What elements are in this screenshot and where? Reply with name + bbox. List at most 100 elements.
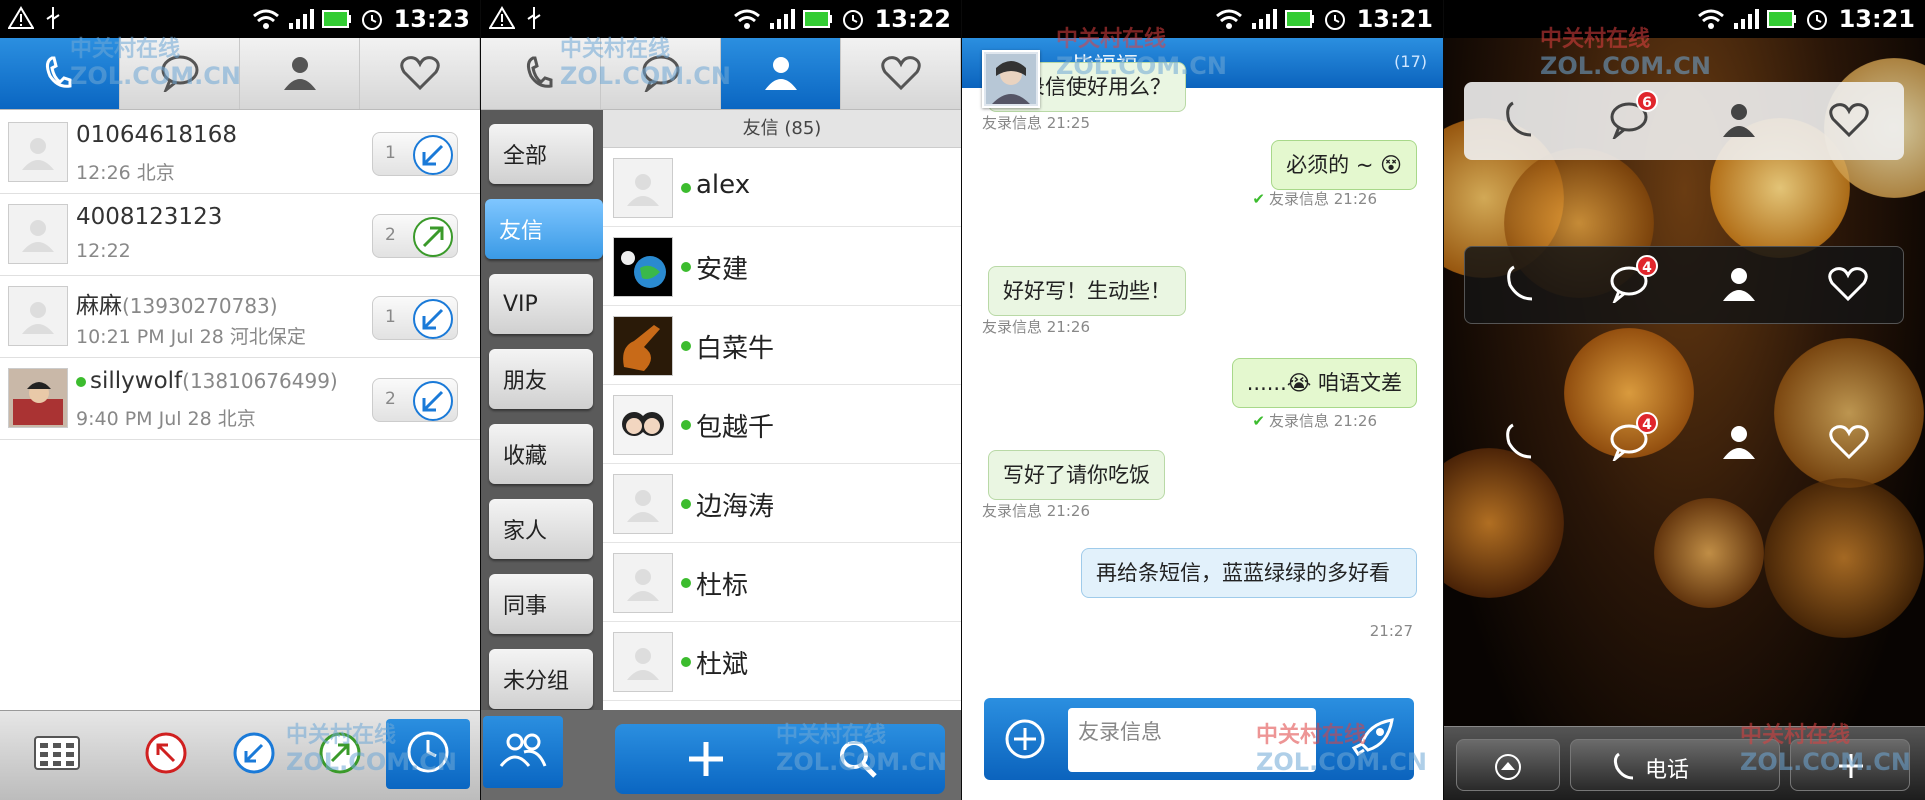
- contact-actions-bar: [615, 724, 945, 794]
- tab-messages[interactable]: [601, 38, 721, 109]
- shortcut-widget-light: 6: [1464, 82, 1904, 160]
- message-input[interactable]: 友录信息: [1068, 708, 1316, 772]
- group-item[interactable]: 同事: [489, 574, 593, 634]
- groups-button[interactable]: [483, 716, 563, 788]
- group-item[interactable]: 全部: [489, 124, 593, 184]
- widget-messages[interactable]: 6: [1574, 82, 1684, 160]
- contact-avatar[interactable]: [613, 237, 673, 297]
- widget-contacts[interactable]: [1684, 404, 1794, 482]
- contact-row[interactable]: 杜斌: [603, 622, 961, 701]
- phone-icon: [40, 52, 80, 96]
- person-icon: [1719, 421, 1759, 465]
- outgoing-message[interactable]: ......😭 咱语文差: [1231, 358, 1417, 408]
- contact-row[interactable]: 杜标: [603, 543, 961, 622]
- widget-favorites[interactable]: [1794, 82, 1904, 160]
- contact-avatar[interactable]: [613, 632, 673, 692]
- contact-avatar[interactable]: [613, 553, 673, 613]
- incoming-message[interactable]: 写好了请你吃饭: [988, 450, 1165, 500]
- clock-icon: [405, 729, 451, 779]
- call-count-button[interactable]: 2: [372, 214, 458, 258]
- online-dot: [681, 262, 691, 272]
- outgoing-message[interactable]: 必须的 ~ 😵: [1271, 140, 1417, 190]
- contact-avatar[interactable]: [613, 474, 673, 534]
- call-log-row[interactable]: 4008123123 12:22 2: [0, 194, 480, 276]
- missed-calls-filter-icon[interactable]: [144, 731, 188, 779]
- search-icon[interactable]: [837, 738, 879, 784]
- signal-icon: [288, 8, 314, 34]
- call-log-row[interactable]: 01064618168 12:26 北京 1: [0, 112, 480, 194]
- group-item[interactable]: 未分组: [489, 649, 593, 709]
- call-count-button[interactable]: 1: [372, 296, 458, 340]
- call-log-row[interactable]: 麻麻(13930270783) 10:21 PM Jul 28 河北保定 1: [0, 276, 480, 358]
- signal-icon: [1733, 8, 1759, 34]
- all-calls-filter-button[interactable]: [386, 719, 470, 789]
- caller-avatar[interactable]: [8, 204, 68, 264]
- status-bar: 13:21: [962, 0, 1443, 38]
- contact-row[interactable]: alex: [603, 148, 961, 227]
- send-rocket-icon[interactable]: [1348, 714, 1398, 768]
- delivered-check-icon: ✔: [1252, 190, 1265, 208]
- tab-calls[interactable]: [0, 38, 120, 109]
- contact-row[interactable]: 安建: [603, 227, 961, 306]
- group-item[interactable]: 收藏: [489, 424, 593, 484]
- caller-avatar[interactable]: [8, 286, 68, 346]
- tab-calls[interactable]: [481, 38, 601, 109]
- status-time: 13:23: [393, 5, 470, 33]
- add-widget-button[interactable]: [1790, 739, 1910, 791]
- unread-badge: 6: [1636, 90, 1658, 112]
- online-dot: [681, 341, 691, 351]
- add-contact-icon[interactable]: [685, 738, 727, 784]
- phone-icon: [1501, 421, 1537, 465]
- dialpad-icon[interactable]: [34, 731, 80, 775]
- outgoing-call-icon: [413, 217, 453, 257]
- contact-avatar[interactable]: [982, 50, 1040, 108]
- contact-row[interactable]: 白菜牛: [603, 306, 961, 385]
- status-bar: 13:21: [1444, 0, 1925, 38]
- contact-row[interactable]: 边海涛: [603, 464, 961, 543]
- call-count-button[interactable]: 2: [372, 378, 458, 422]
- widget-favorites[interactable]: [1794, 404, 1904, 482]
- incoming-message[interactable]: 好好写！生动些！: [988, 266, 1186, 316]
- chat-bubble-icon: [158, 52, 202, 96]
- tab-favorites[interactable]: [841, 38, 961, 109]
- caller-avatar[interactable]: [8, 122, 68, 182]
- widget-calls[interactable]: [1464, 404, 1574, 482]
- outgoing-calls-filter-icon[interactable]: [318, 731, 362, 779]
- group-item[interactable]: 友信: [485, 199, 603, 259]
- contact-name: 杜标: [696, 571, 749, 601]
- contact-avatar[interactable]: [613, 158, 673, 218]
- phone-dock-button[interactable]: 电话: [1570, 739, 1780, 791]
- call-log-row[interactable]: sillywolf(13810676499) 9:40 PM Jul 28 北京 2: [0, 358, 480, 440]
- widget-contacts[interactable]: [1684, 247, 1794, 323]
- battery-icon: [322, 9, 352, 33]
- tab-favorites[interactable]: [360, 38, 480, 109]
- online-dot: [76, 376, 86, 387]
- tab-contacts[interactable]: [240, 38, 360, 109]
- chat-bubble-icon: [639, 52, 683, 96]
- contact-avatar[interactable]: [613, 316, 673, 376]
- app-drawer-button[interactable]: [1456, 739, 1560, 791]
- plus-icon: [1837, 752, 1865, 784]
- tab-messages[interactable]: [120, 38, 240, 109]
- group-item[interactable]: VIP: [489, 274, 593, 334]
- widget-calls[interactable]: [1464, 82, 1574, 160]
- incoming-calls-filter-icon[interactable]: [232, 731, 276, 779]
- contact-row[interactable]: 包越千: [603, 385, 961, 464]
- tab-contacts[interactable]: [721, 38, 841, 109]
- attach-plus-icon[interactable]: [1004, 718, 1046, 764]
- widget-messages[interactable]: 4: [1575, 247, 1685, 323]
- group-item[interactable]: 朋友: [489, 349, 593, 409]
- group-item[interactable]: 家人: [489, 499, 593, 559]
- widget-messages[interactable]: 4: [1574, 404, 1684, 482]
- phone-icon: [1611, 752, 1637, 784]
- call-count-button[interactable]: 1: [372, 132, 458, 176]
- widget-calls[interactable]: [1465, 247, 1575, 323]
- phone-dock-label: 电话: [1645, 758, 1690, 783]
- chat-message-count: (17): [1394, 52, 1427, 71]
- outgoing-message[interactable]: 再给条短信，蓝蓝绿绿的多好看: [1081, 548, 1417, 598]
- widget-contacts[interactable]: [1684, 82, 1794, 160]
- contacts-bottom-bar: [481, 710, 961, 800]
- contact-avatar[interactable]: [613, 395, 673, 455]
- caller-avatar[interactable]: [8, 368, 68, 428]
- widget-favorites[interactable]: [1794, 247, 1904, 323]
